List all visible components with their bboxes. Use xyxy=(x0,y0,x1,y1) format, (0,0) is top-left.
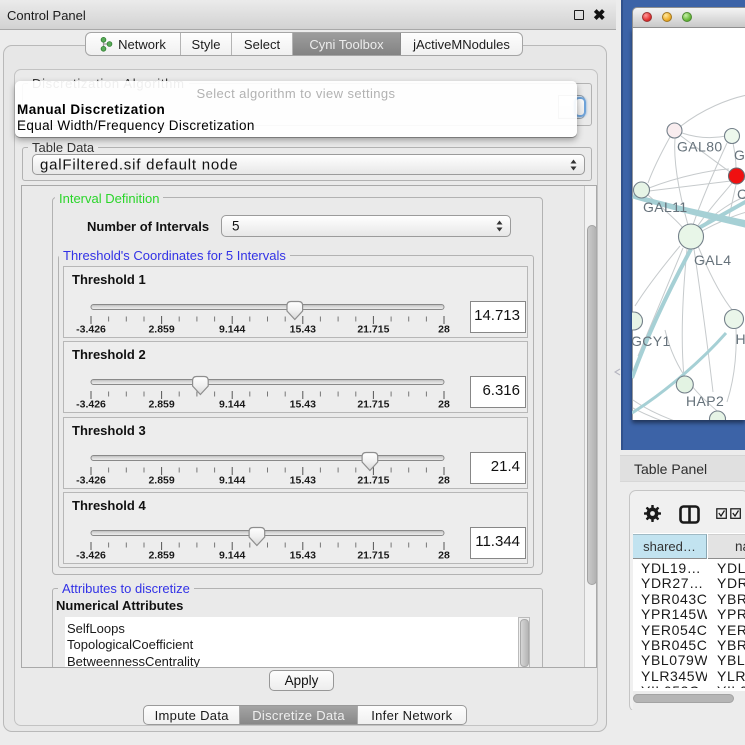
svg-text:H: H xyxy=(736,331,745,347)
svg-text:GAL80: GAL80 xyxy=(677,139,723,155)
svg-text:21.715: 21.715 xyxy=(357,475,389,487)
svg-text:2.859: 2.859 xyxy=(148,324,174,336)
svg-text:-3.426: -3.426 xyxy=(76,399,106,411)
svg-text:HAP2: HAP2 xyxy=(686,393,724,409)
svg-text:GAL11: GAL11 xyxy=(643,199,688,215)
svg-text:2.859: 2.859 xyxy=(148,475,174,487)
svg-text:21.715: 21.715 xyxy=(357,399,389,411)
svg-text:GAL4: GAL4 xyxy=(694,252,731,268)
svg-text:GA: GA xyxy=(734,147,745,163)
svg-text:2.859: 2.859 xyxy=(148,399,174,411)
svg-text:15.43: 15.43 xyxy=(290,475,316,487)
svg-text:-3.426: -3.426 xyxy=(76,324,106,336)
svg-text:21.715: 21.715 xyxy=(357,324,389,336)
svg-text:28: 28 xyxy=(438,324,450,336)
svg-text:15.43: 15.43 xyxy=(290,399,316,411)
svg-text:9.144: 9.144 xyxy=(219,550,245,562)
svg-text:9.144: 9.144 xyxy=(219,399,245,411)
svg-text:-3.426: -3.426 xyxy=(76,550,106,562)
svg-text:28: 28 xyxy=(438,399,450,411)
svg-text:15.43: 15.43 xyxy=(290,324,316,336)
svg-text:28: 28 xyxy=(438,475,450,487)
svg-text:GCY1: GCY1 xyxy=(632,333,671,349)
svg-text:9.144: 9.144 xyxy=(219,324,245,336)
svg-text:21.715: 21.715 xyxy=(357,550,389,562)
svg-text:9.144: 9.144 xyxy=(219,475,245,487)
svg-text:2.859: 2.859 xyxy=(148,550,174,562)
svg-text:C: C xyxy=(737,186,745,202)
svg-text:15.43: 15.43 xyxy=(290,550,316,562)
svg-text:28: 28 xyxy=(438,550,450,562)
svg-text:-3.426: -3.426 xyxy=(76,475,106,487)
